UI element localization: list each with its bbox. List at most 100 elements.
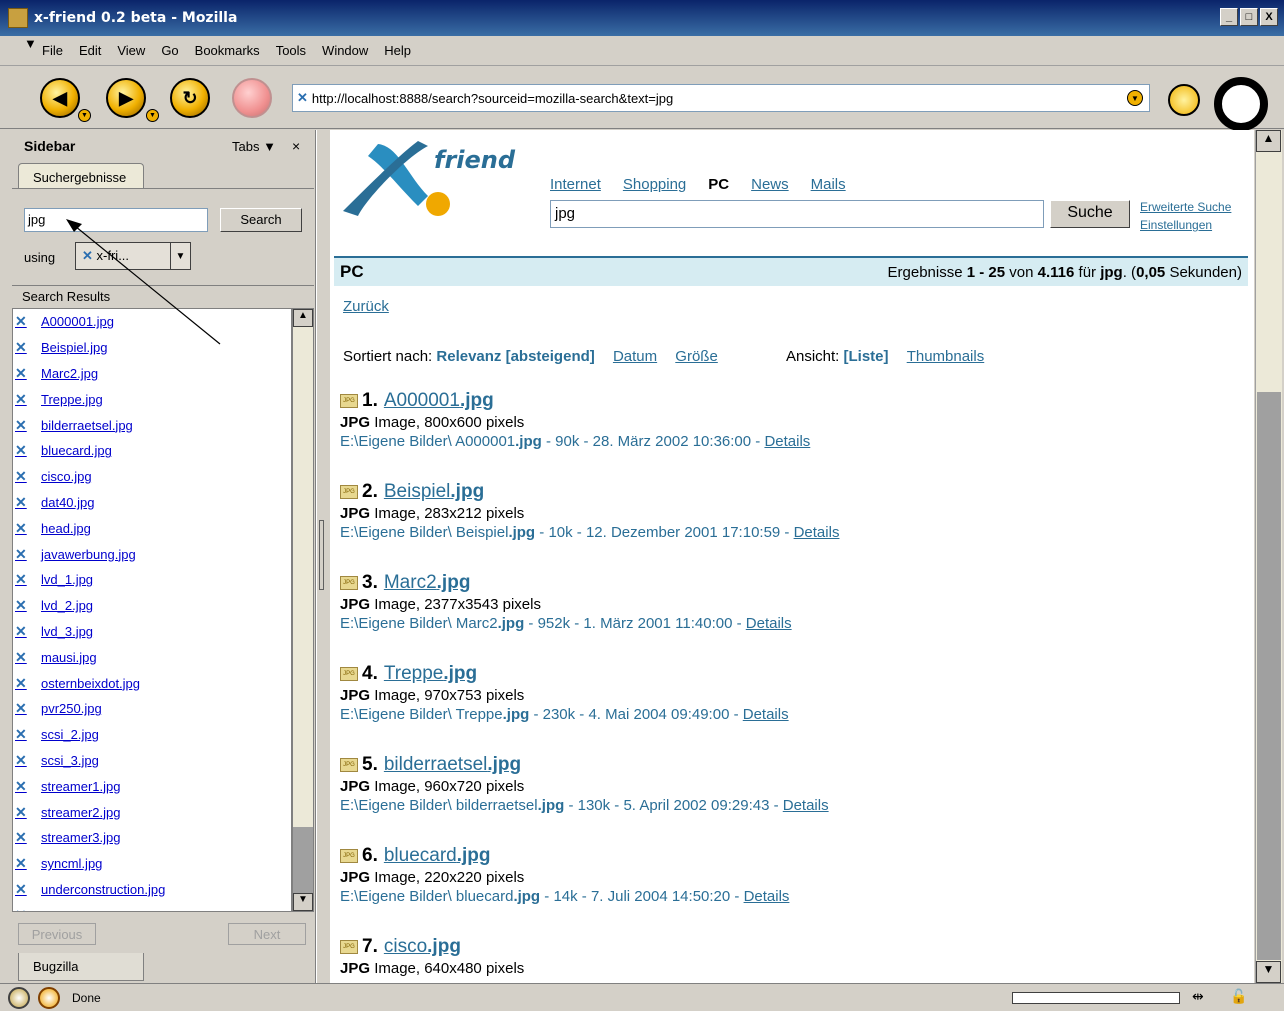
result-ext[interactable]: .jpg xyxy=(457,845,491,867)
list-item[interactable]: ✕ streamer2.jpg xyxy=(13,799,291,825)
details-link[interactable]: Details xyxy=(783,797,829,814)
list-item[interactable]: ✕ lvd_1.jpg xyxy=(13,567,291,593)
result-link[interactable]: Beispiel xyxy=(384,481,451,503)
url-bar[interactable]: ✕ http://localhost:8888/search?sourceid=… xyxy=(292,84,1150,112)
result-link[interactable]: Marc2 xyxy=(384,572,437,594)
tab-shopping[interactable]: Shopping xyxy=(623,176,686,193)
result-filename[interactable]: streamer2.jpg xyxy=(41,805,120,820)
menu-window[interactable]: Window xyxy=(314,43,376,58)
details-link[interactable]: Details xyxy=(794,524,840,541)
sidebar-close-icon[interactable]: × xyxy=(292,138,300,154)
reload-icon[interactable]: ↻ xyxy=(170,78,210,118)
result-filename[interactable]: scsi_2.jpg xyxy=(41,727,99,742)
forward-dropdown-icon[interactable]: ▼ xyxy=(146,109,159,122)
result-filename[interactable]: scsi_3.jpg xyxy=(41,753,99,768)
splitter-grip[interactable] xyxy=(319,520,324,590)
result-link[interactable]: bluecard xyxy=(384,845,457,867)
content-scroll-down-icon[interactable]: ▼ xyxy=(1256,961,1281,983)
tab-bugzilla[interactable]: Bugzilla xyxy=(18,953,144,981)
scroll-up-icon[interactable]: ▲ xyxy=(293,309,313,327)
result-filename[interactable]: lvd_2.jpg xyxy=(41,598,93,613)
result-filename[interactable]: bluecard.jpg xyxy=(41,443,112,458)
scroll-thumb[interactable] xyxy=(293,827,313,893)
list-item[interactable]: ✕ lvd_2.jpg xyxy=(13,593,291,619)
result-filename[interactable]: lvd_3.jpg xyxy=(41,624,93,639)
sort-date-link[interactable]: Datum xyxy=(613,348,657,365)
query-input[interactable]: jpg xyxy=(550,200,1044,228)
result-filename[interactable]: bilderraetsel.jpg xyxy=(41,418,133,433)
list-item[interactable]: ✕ underconstruction.jpg xyxy=(13,877,291,903)
result-filename[interactable]: mausi.jpg xyxy=(41,650,97,665)
online-icon[interactable]: ⇹ xyxy=(1192,988,1204,1005)
result-filename[interactable]: Marc2.jpg xyxy=(41,366,98,381)
list-item[interactable]: ✕ lvd_3.jpg xyxy=(13,619,291,645)
result-ext[interactable]: .jpg xyxy=(443,663,477,685)
result-link[interactable]: cisco xyxy=(384,936,427,958)
result-filename[interactable]: osternbeixdot.jpg xyxy=(41,676,140,691)
list-item[interactable]: ✕IMG_0003.JPG xyxy=(13,902,291,911)
results-scrollbar[interactable]: ▲ ▼ xyxy=(292,308,314,912)
sort-size-link[interactable]: Größe xyxy=(675,348,718,365)
close-window-button[interactable]: X xyxy=(1260,8,1278,26)
result-filename[interactable]: IMG_0003.JPG xyxy=(41,908,131,911)
result-filename[interactable]: syncml.jpg xyxy=(41,856,102,871)
forward-icon[interactable]: ▶ xyxy=(106,78,146,118)
menu-bookmarks[interactable]: Bookmarks xyxy=(187,43,268,58)
sidebar-search-button[interactable]: Search xyxy=(220,208,302,232)
result-filename[interactable]: javawerbung.jpg xyxy=(41,547,136,562)
next-button[interactable]: Next xyxy=(228,923,306,945)
menu-help[interactable]: Help xyxy=(376,43,419,58)
list-item[interactable]: ✕ scsi_3.jpg xyxy=(13,748,291,774)
list-item[interactable]: ✕ osternbeixdot.jpg xyxy=(13,670,291,696)
list-item[interactable]: ✕ bluecard.jpg xyxy=(13,438,291,464)
back-dropdown-icon[interactable]: ▼ xyxy=(78,109,91,122)
result-filename[interactable]: streamer3.jpg xyxy=(41,830,120,845)
list-item[interactable]: ✕ Treppe.jpg xyxy=(13,386,291,412)
tab-pc[interactable]: PC xyxy=(708,176,729,193)
list-item[interactable]: ✕ Marc2.jpg xyxy=(13,361,291,387)
suche-button[interactable]: Suche xyxy=(1050,200,1130,228)
result-link[interactable]: bilderraetsel xyxy=(384,754,488,776)
result-filename[interactable]: streamer1.jpg xyxy=(41,779,120,794)
tab-internet[interactable]: Internet xyxy=(550,176,601,193)
menu-edit[interactable]: Edit xyxy=(71,43,109,58)
list-item[interactable]: ✕ syncml.jpg xyxy=(13,851,291,877)
result-filename[interactable]: Treppe.jpg xyxy=(41,392,103,407)
tab-mails[interactable]: Mails xyxy=(811,176,846,193)
result-link[interactable]: Treppe xyxy=(384,663,444,685)
list-item[interactable]: ✕ bilderraetsel.jpg xyxy=(13,412,291,438)
result-filename[interactable]: dat40.jpg xyxy=(41,495,95,510)
search-icon[interactable] xyxy=(1168,84,1200,116)
result-link[interactable]: A000001 xyxy=(384,390,460,412)
list-item[interactable]: ✕ streamer1.jpg xyxy=(13,773,291,799)
back-link[interactable]: Zurück xyxy=(343,298,389,315)
result-filename[interactable]: cisco.jpg xyxy=(41,469,92,484)
list-item[interactable]: ✕ pvr250.jpg xyxy=(13,696,291,722)
tab-suchergebnisse[interactable]: Suchergebnisse xyxy=(18,163,144,189)
result-ext[interactable]: .jpg xyxy=(450,481,484,503)
list-item[interactable]: ✕ streamer3.jpg xyxy=(13,825,291,851)
maximize-button[interactable]: □ xyxy=(1240,8,1258,26)
list-item[interactable]: ✕ cisco.jpg xyxy=(13,464,291,490)
settings-link[interactable]: Einstellungen xyxy=(1140,216,1231,234)
navigator-icon[interactable] xyxy=(8,986,30,1009)
content-scroll-thumb[interactable] xyxy=(1257,392,1281,960)
menu-go[interactable]: Go xyxy=(153,43,186,58)
list-item[interactable]: ✕ head.jpg xyxy=(13,515,291,541)
mail-icon[interactable] xyxy=(38,986,60,1009)
previous-button[interactable]: Previous xyxy=(18,923,96,945)
result-ext[interactable]: .jpg xyxy=(487,754,521,776)
result-ext[interactable]: .jpg xyxy=(460,390,494,412)
content-scroll-up-icon[interactable]: ▲ xyxy=(1256,130,1281,152)
list-item[interactable]: ✕ dat40.jpg xyxy=(13,490,291,516)
list-item[interactable]: ✕ javawerbung.jpg xyxy=(13,541,291,567)
result-ext[interactable]: .jpg xyxy=(437,572,471,594)
sidebar-tabs-menu[interactable]: Tabs ▼ xyxy=(232,139,276,154)
back-icon[interactable]: ◀ xyxy=(40,78,80,118)
result-filename[interactable]: head.jpg xyxy=(41,521,91,536)
result-ext[interactable]: .jpg xyxy=(427,936,461,958)
details-link[interactable]: Details xyxy=(764,433,810,450)
details-link[interactable]: Details xyxy=(746,615,792,632)
minimize-button[interactable]: _ xyxy=(1220,8,1238,26)
view-thumbnails-link[interactable]: Thumbnails xyxy=(907,348,985,365)
